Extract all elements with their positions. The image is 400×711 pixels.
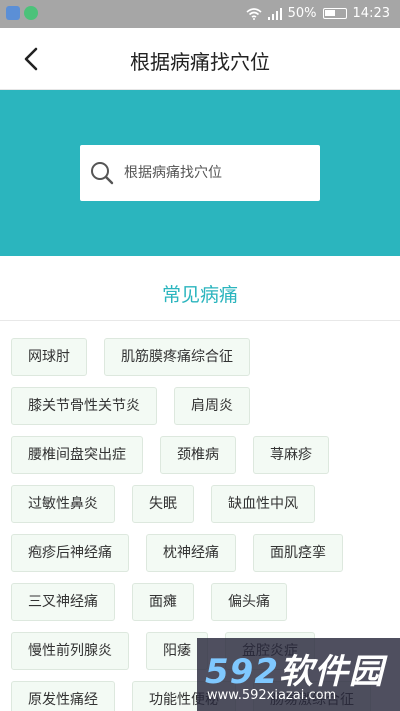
ailment-tag[interactable]: 肌筋膜疼痛综合征 [104, 338, 250, 376]
watermark-logo: 592软件园 [205, 652, 384, 692]
ailment-tag[interactable]: 网球肘 [11, 338, 87, 376]
tag-row: 三叉神经痛 面瘫 偏头痛 [11, 583, 391, 621]
ailment-tag[interactable]: 面肌痉挛 [253, 534, 343, 572]
ailment-tag[interactable]: 荨麻疹 [253, 436, 329, 474]
section-title: 常见病痛 [161, 284, 238, 306]
page-title: 根据病痛找穴位 [130, 50, 270, 74]
ailment-tag[interactable]: 面瘫 [132, 583, 194, 621]
ailment-tag[interactable]: 偏头痛 [211, 583, 287, 621]
tag-row: 疱疹后神经痛 枕神经痛 面肌痉挛 [11, 534, 391, 572]
tag-row: 腰椎间盘突出症 颈椎病 荨麻疹 [11, 436, 391, 474]
ailment-tag[interactable]: 颈椎病 [160, 436, 236, 474]
ailment-tag[interactable]: 腰椎间盘突出症 [11, 436, 143, 474]
battery-percent: 50% [287, 6, 317, 21]
chat-notification-icon [24, 6, 38, 20]
search-box[interactable] [80, 145, 320, 201]
search-icon [91, 162, 114, 185]
ailment-tag[interactable]: 三叉神经痛 [11, 583, 115, 621]
ailment-tag[interactable]: 原发性痛经 [11, 681, 115, 711]
watermark: 592软件园 www.592xiazai.com [197, 638, 400, 711]
wifi-icon [246, 7, 262, 20]
app-notification-icon [6, 6, 20, 20]
ailment-tag[interactable]: 缺血性中风 [211, 485, 315, 523]
tag-row: 网球肘 肌筋膜疼痛综合征 [11, 338, 391, 376]
battery-icon [322, 8, 347, 19]
tag-row: 过敏性鼻炎 失眠 缺血性中风 [11, 485, 391, 523]
watermark-url: www.592xiazai.com [207, 688, 337, 703]
status-indicators: 50% 14:23 [246, 6, 390, 21]
tag-row: 膝关节骨性关节炎 肩周炎 [11, 387, 391, 425]
search-input[interactable] [124, 155, 312, 191]
nav-bar: 根据病痛找穴位 [0, 28, 400, 90]
ailment-tag[interactable]: 肩周炎 [174, 387, 250, 425]
ailment-tag[interactable]: 过敏性鼻炎 [11, 485, 115, 523]
ailment-tag[interactable]: 枕神经痛 [146, 534, 236, 572]
ailment-tag[interactable]: 疱疹后神经痛 [11, 534, 129, 572]
status-bar: 50% 14:23 [0, 0, 400, 28]
ailment-tag[interactable]: 膝关节骨性关节炎 [11, 387, 157, 425]
clock: 14:23 [352, 6, 390, 21]
search-banner [0, 90, 400, 256]
divider [0, 320, 400, 321]
notification-icons [6, 6, 38, 20]
signal-icon [267, 7, 282, 20]
ailment-tag[interactable]: 失眠 [132, 485, 194, 523]
ailment-tag[interactable]: 慢性前列腺炎 [11, 632, 129, 670]
